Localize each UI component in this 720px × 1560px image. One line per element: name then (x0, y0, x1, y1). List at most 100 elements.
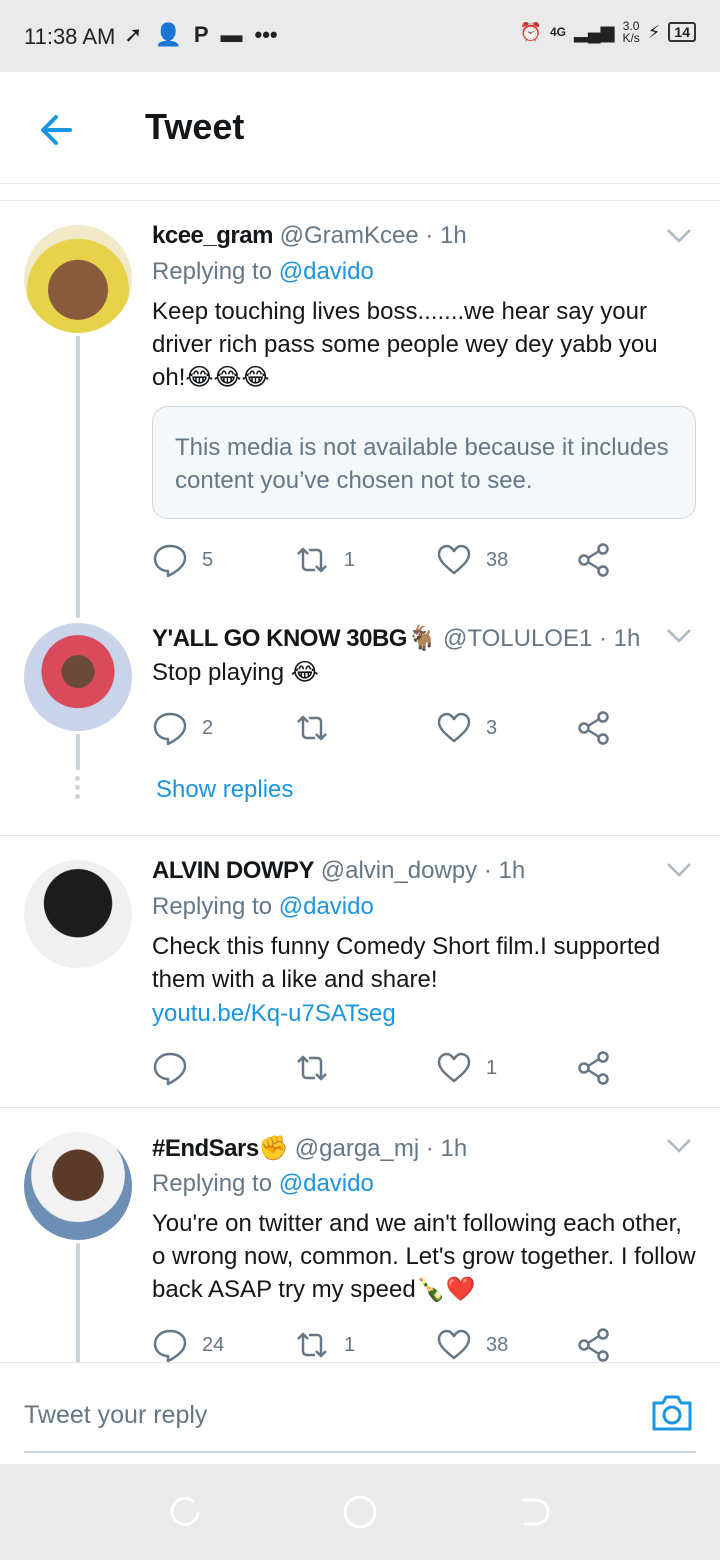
thread-dots (73, 776, 83, 803)
reply-button[interactable]: 2 (152, 708, 213, 748)
tweet-text: You're on twitter and we ain't following… (152, 1210, 696, 1303)
mention-link[interactable]: @davido (279, 258, 374, 285)
username[interactable]: @alvin_dowpy (321, 857, 477, 884)
alarm-icon: ⏰ (519, 21, 542, 42)
replying-to: Replying to @davido (152, 893, 374, 921)
network-type: 4G (549, 25, 566, 39)
like-count: 3 (486, 716, 498, 739)
heart-icon (437, 1329, 471, 1360)
retweet-icon (297, 1332, 327, 1358)
username[interactable]: @TOLULOE1 (443, 625, 592, 652)
thread-line (76, 336, 80, 618)
back-nav-icon[interactable] (516, 1494, 552, 1530)
reply-icon (153, 544, 187, 578)
like-count: 38 (486, 548, 509, 571)
replying-to: Replying to @davido (152, 258, 374, 286)
back-arrow-icon (41, 115, 72, 145)
thread-line (76, 734, 80, 770)
display-name[interactable]: Y'ALL GO KNOW 30BG🐐 (152, 625, 437, 652)
add-user-notification-icon: 👤 (154, 22, 182, 47)
avatar[interactable] (24, 225, 132, 333)
status-bar: 11:38 AM ➚ 👤 P ▬ ••• ⏰ 4G ▂▄▆ 3.0 K/s ⚡ … (0, 0, 720, 72)
reply-composer: Tweet your reply (0, 1362, 720, 1464)
retweet-button[interactable]: 1 (294, 540, 355, 580)
reply-input[interactable]: Tweet your reply (24, 1383, 696, 1453)
camera-icon[interactable] (650, 1393, 694, 1433)
system-nav-bar (0, 1464, 720, 1560)
recent-apps-icon[interactable] (168, 1494, 204, 1530)
username[interactable]: @garga_mj (295, 1135, 419, 1162)
avatar[interactable] (24, 623, 132, 731)
network-speed: 3.0 K/s (622, 20, 639, 44)
divider (0, 200, 720, 201)
retweet-count: 1 (344, 1333, 356, 1356)
username[interactable]: @GramKcee (280, 222, 419, 249)
share-icon (578, 1051, 609, 1085)
like-count: 38 (486, 1333, 509, 1356)
avatar[interactable] (24, 860, 132, 968)
like-button[interactable]: 38 (436, 1325, 508, 1362)
app-header: Tweet (0, 72, 720, 184)
tweet-header: ALVIN DOWPY @alvin_dowpy · 1h (152, 857, 525, 885)
reply-icon (153, 712, 187, 746)
divider (0, 1107, 720, 1108)
timestamp: · 1h (425, 1135, 468, 1162)
reply-button[interactable]: 24 (152, 1325, 224, 1362)
like-button[interactable]: 1 (436, 1048, 497, 1088)
share-button[interactable] (576, 1325, 612, 1362)
status-time: 11:38 AM (24, 24, 116, 49)
replying-to: Replying to @davido (152, 1170, 374, 1198)
p-notification-icon: P (193, 22, 209, 47)
retweet-button[interactable] (294, 708, 344, 748)
tweet-actions: 2 3 (152, 708, 622, 748)
reply-icon (153, 1052, 187, 1086)
chevron-down-icon[interactable] (666, 1138, 692, 1154)
thread-line (76, 1243, 80, 1362)
tweet-link[interactable]: youtu.be/Kq-u7SATseg (152, 997, 697, 1030)
share-icon (578, 711, 609, 745)
timestamp: · 1h (599, 625, 641, 652)
mention-link[interactable]: @davido (279, 893, 374, 920)
replying-prefix: Replying to (152, 893, 273, 920)
media-unavailable-notice: This media is not available because it i… (152, 406, 696, 519)
back-button[interactable] (30, 102, 86, 158)
notification-app-icon: ➚ (124, 22, 143, 47)
retweet-button[interactable] (294, 1048, 344, 1088)
display-name[interactable]: kcee_gram (152, 222, 273, 249)
tweet-header: Y'ALL GO KNOW 30BG🐐 @TOLULOE1 · 1h (152, 624, 640, 653)
share-button[interactable] (576, 1048, 612, 1088)
chevron-down-icon[interactable] (666, 628, 692, 644)
like-button[interactable]: 38 (436, 540, 508, 580)
tweet-actions: 24 1 38 (152, 1325, 622, 1362)
retweet-count: 1 (344, 548, 356, 571)
mention-link[interactable]: @davido (279, 1170, 374, 1197)
heart-icon (437, 1052, 471, 1083)
status-right: ⏰ 4G ▂▄▆ 3.0 K/s ⚡ 14 (520, 20, 696, 44)
chevron-down-icon[interactable] (666, 228, 692, 244)
replying-prefix: Replying to (152, 1170, 273, 1197)
timestamp: · 1h (483, 857, 526, 884)
share-button[interactable] (576, 540, 612, 580)
display-name[interactable]: #EndSars✊ (152, 1135, 289, 1162)
heart-icon (437, 712, 471, 743)
reply-count: 2 (202, 716, 214, 739)
replying-prefix: Replying to (152, 258, 273, 285)
display-name[interactable]: ALVIN DOWPY (152, 857, 315, 884)
avatar[interactable] (24, 1132, 132, 1240)
share-button[interactable] (576, 708, 612, 748)
home-icon[interactable] (342, 1494, 378, 1530)
retweet-icon (297, 715, 327, 741)
reply-button[interactable] (152, 1048, 202, 1088)
retweet-button[interactable]: 1 (294, 1325, 355, 1362)
like-button[interactable]: 3 (436, 708, 497, 748)
charging-icon: ⚡ (647, 21, 661, 42)
page-title: Tweet (145, 106, 245, 147)
tweet-text: Check this funny Comedy Short film.I sup… (152, 933, 661, 993)
show-replies-link[interactable]: Show replies (156, 776, 293, 804)
reply-icon (153, 1329, 187, 1362)
reply-button[interactable]: 5 (152, 540, 213, 580)
heart-icon (437, 544, 471, 575)
more-notifications-icon: ••• (254, 22, 278, 47)
chevron-down-icon[interactable] (666, 862, 692, 878)
notification-icons: ➚ 👤 P ▬ ••• (124, 22, 278, 48)
